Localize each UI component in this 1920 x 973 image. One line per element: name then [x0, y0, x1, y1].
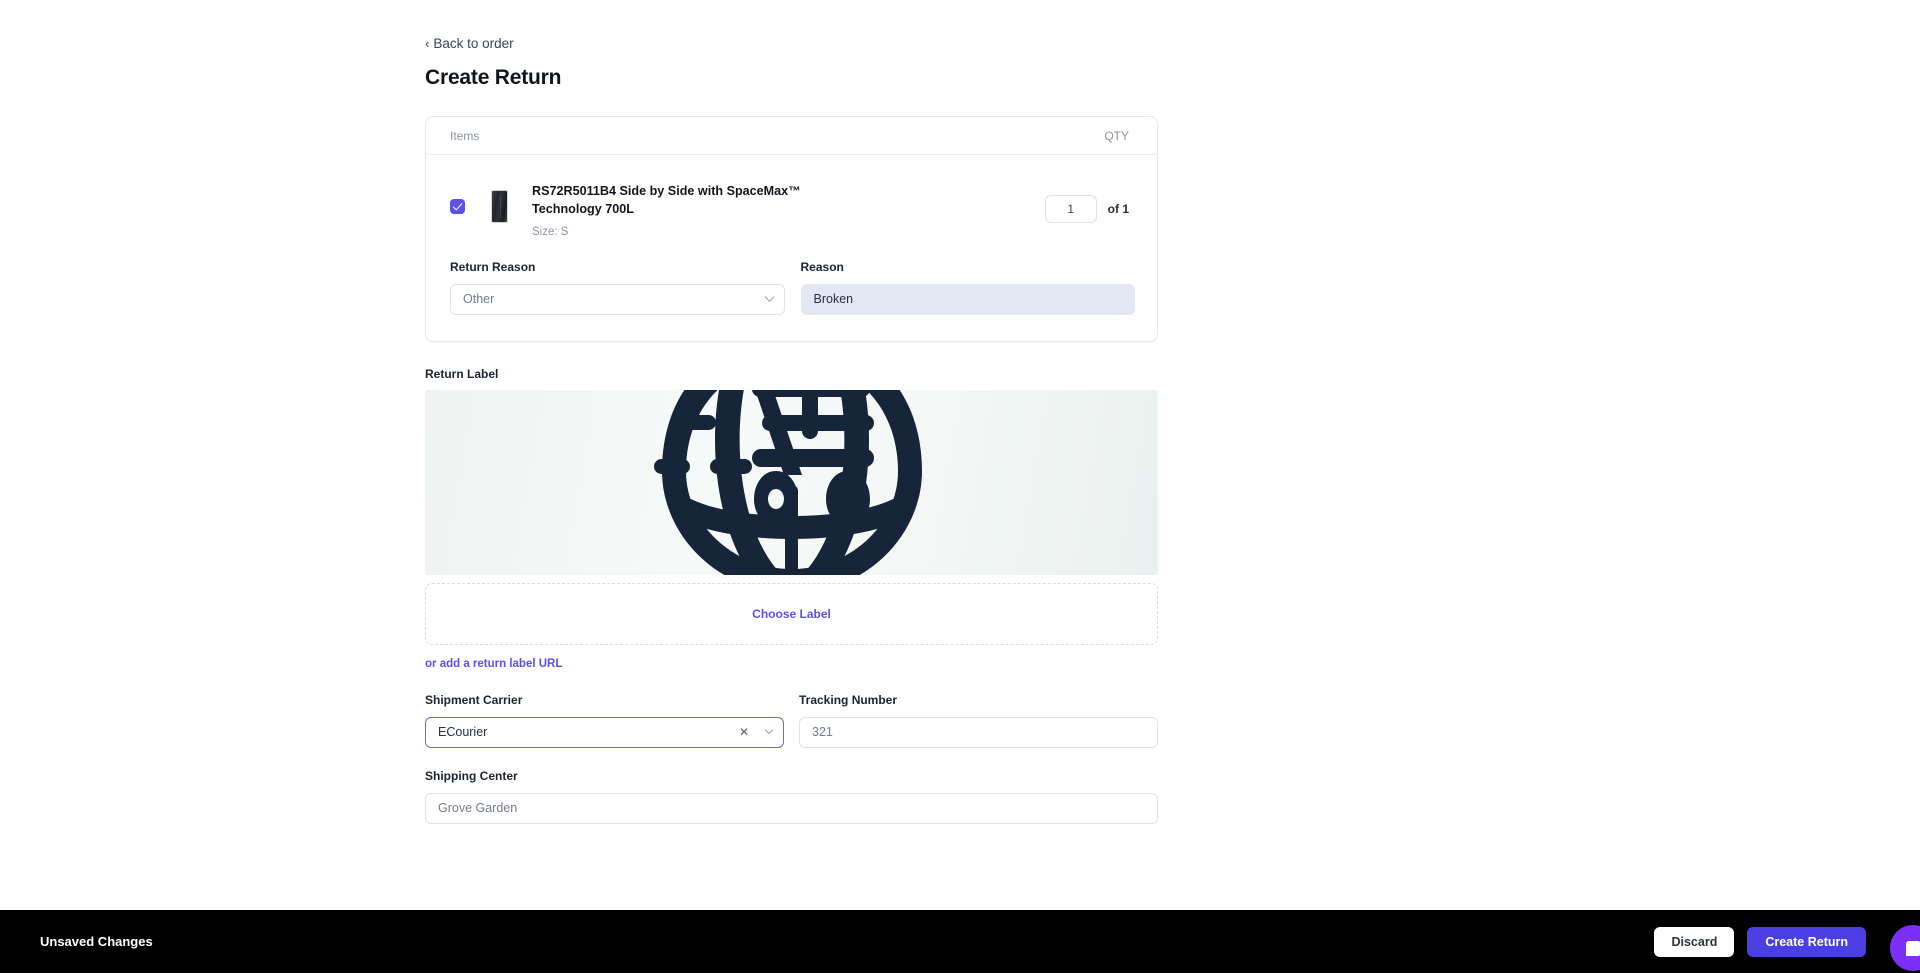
product-info: RS72R5011B4 Side by Side with SpaceMax™ … — [532, 177, 1045, 238]
choose-label-dropzone[interactable]: Choose Label — [425, 582, 1158, 645]
chat-glyph — [1905, 940, 1920, 956]
create-return-button[interactable]: Create Return — [1747, 926, 1866, 957]
tracking-number-input[interactable]: 321 — [799, 716, 1158, 748]
shipping-center-input[interactable]: Grove Garden — [425, 792, 1158, 824]
choose-label-button[interactable]: Choose Label — [752, 607, 831, 621]
shipment-carrier-label: Shipment Carrier — [425, 692, 523, 707]
product-variant: Size: S — [532, 225, 569, 238]
shipment-carrier-group: Shipment Carrier ECourier ✕ — [425, 693, 784, 748]
create-return-page: ‹ Back to order Create Return Items QTY … — [0, 0, 1920, 973]
unsaved-changes-status: Unsaved Changes — [40, 934, 153, 949]
shipment-carrier-combobox[interactable]: ECourier ✕ — [425, 716, 784, 748]
page-title: Create Return — [425, 66, 562, 89]
return-reason-select[interactable]: Other — [450, 283, 785, 315]
add-return-label-url-link[interactable]: or add a return label URL — [425, 658, 562, 670]
chevron-left-icon: ‹ — [425, 36, 430, 51]
tracking-number-label: Tracking Number — [799, 692, 898, 707]
qty-column-header: QTY — [1104, 128, 1129, 143]
chat-help-bubble-icon[interactable] — [1890, 925, 1920, 971]
return-label-heading: Return Label — [425, 366, 499, 381]
item-select-checkbox[interactable] — [450, 199, 465, 214]
tracking-number-group: Tracking Number 321 — [799, 693, 1158, 748]
reason-input[interactable]: Broken — [800, 283, 1135, 315]
product-thumbnail — [491, 190, 508, 223]
shipping-center-value: Grove Garden — [438, 801, 518, 816]
shipping-globe-cart-logo-icon — [653, 389, 922, 575]
product-name: RS72R5011B4 Side by Side with SpaceMax™ … — [532, 184, 801, 216]
shipping-center-label: Shipping Center — [425, 768, 518, 783]
reason-value: Broken — [813, 292, 854, 307]
clear-icon[interactable]: ✕ — [739, 726, 749, 738]
shipment-carrier-value: ECourier — [438, 725, 488, 740]
combobox-divider — [754, 725, 755, 740]
chevron-down-icon[interactable] — [764, 726, 774, 735]
bar-actions: Discard Create Return — [1654, 926, 1866, 957]
items-column-header: Items — [450, 128, 480, 143]
content-column: ‹ Back to order Create Return Items QTY … — [425, 0, 1158, 824]
quantity-control: of 1 — [1044, 177, 1129, 223]
breadcrumb-label: Back to order — [433, 36, 514, 51]
return-reason-group: Return Reason Other — [450, 260, 785, 315]
return-reason-value: Other — [463, 292, 495, 307]
chevron-down-icon — [764, 292, 774, 303]
return-label-preview — [425, 389, 1158, 575]
quantity-total-label: of 1 — [1107, 202, 1129, 216]
discard-button[interactable]: Discard — [1654, 926, 1735, 957]
shipment-row: Shipment Carrier ECourier ✕ Tracking Num… — [425, 693, 1158, 748]
items-card-header: Items QTY — [426, 117, 1157, 155]
reason-group: Reason Broken — [800, 259, 1135, 315]
return-reason-label: Return Reason — [450, 259, 536, 274]
breadcrumb-back-to-order[interactable]: ‹ Back to order — [425, 36, 514, 51]
shipping-center-group: Shipping Center Grove Garden — [425, 769, 1158, 824]
tracking-number-value: 321 — [812, 725, 833, 740]
unsaved-changes-bar: Unsaved Changes Discard Create Return — [0, 910, 1920, 973]
quantity-input[interactable] — [1044, 195, 1097, 223]
table-row: RS72R5011B4 Side by Side with SpaceMax™ … — [426, 155, 1157, 238]
items-card: Items QTY RS72R5011B4 Side by Side with … — [425, 116, 1158, 342]
reason-label: Reason — [800, 259, 844, 274]
reason-row: Return Reason Other Reason Broken — [426, 238, 1157, 341]
